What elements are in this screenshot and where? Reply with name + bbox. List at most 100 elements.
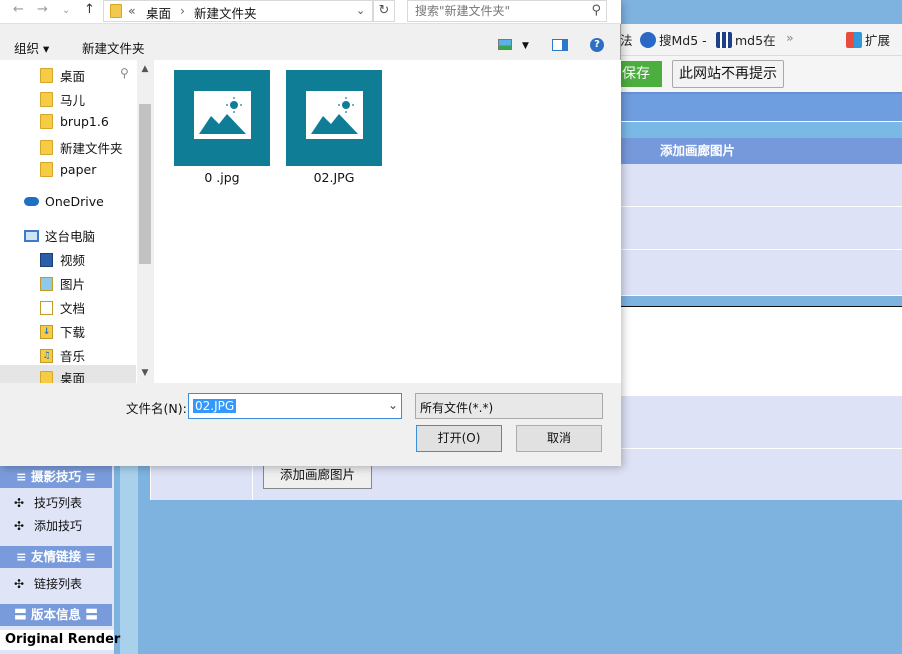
filename-label: 文件名(N):	[126, 401, 187, 416]
chevron-down-icon[interactable]: ⌄	[356, 4, 365, 17]
scroll-up-icon[interactable]: ▲	[137, 64, 153, 74]
cloud-icon	[24, 197, 39, 206]
section-header: 添加画廊图片	[620, 138, 902, 164]
file-open-dialog: ← → ⌄ ↑ « 桌面 › 新建文件夹 ⌄ ↻ ⚲ 组织 ▾ 新建文件夹 ▼ …	[0, 0, 621, 466]
nav-item-brup[interactable]: brup1.6	[40, 114, 109, 129]
up-icon[interactable]: ↑	[84, 2, 95, 17]
bullet-icon: ✣	[14, 577, 25, 591]
table-row	[620, 250, 902, 296]
nav-item-onedrive[interactable]: OneDrive	[24, 194, 104, 209]
nav-item-downloads[interactable]: ↓ 下载	[40, 322, 85, 341]
command-bar: 组织 ▾ 新建文件夹 ▼ ?	[0, 30, 621, 60]
video-icon	[40, 252, 53, 267]
extensions-button[interactable]: 扩展	[846, 30, 890, 49]
bullet-icon: ✣	[14, 519, 25, 533]
documents-icon	[40, 300, 53, 315]
scroll-thumb[interactable]	[139, 104, 151, 264]
breadcrumb-separator-icon: ›	[180, 3, 185, 18]
filename-input[interactable]: 02.JPG ⌄	[188, 393, 402, 419]
nav-item-new-folder[interactable]: 新建文件夹	[40, 138, 123, 157]
scroll-down-icon[interactable]: ▼	[137, 368, 153, 378]
sidebar-group-version[interactable]: 〓 版本信息 〓	[0, 604, 112, 626]
preview-pane-icon[interactable]	[552, 39, 568, 51]
save-button[interactable]: 保存	[620, 61, 662, 87]
dialog-footer: 文件名(N): 02.JPG ⌄ 所有文件(*.*) ⌄ 打开(O) 取消	[0, 383, 621, 466]
nav-item-videos[interactable]: 视频	[40, 250, 85, 269]
cancel-button[interactable]: 取消	[516, 425, 602, 452]
sidebar-group-links[interactable]: ≡ 友情链接 ≡	[0, 546, 112, 568]
bookmark-md5-search[interactable]: 搜Md5 -	[640, 30, 707, 49]
content-row	[620, 122, 902, 138]
view-dropdown-icon[interactable]: ▼	[522, 41, 529, 51]
address-bar[interactable]: « 桌面 › 新建文件夹 ⌄	[103, 0, 373, 22]
sidebar-group-tips[interactable]: ≡ 摄影技巧 ≡	[0, 466, 112, 488]
music-icon: ♫	[40, 348, 53, 363]
chevron-down-icon[interactable]: ⌄	[420, 398, 598, 412]
bookmarks-overflow-chevron[interactable]: »	[786, 30, 794, 45]
nav-item-desktop[interactable]: 桌面	[40, 66, 85, 85]
nav-item-music[interactable]: ♫ 音乐	[40, 346, 85, 365]
content-panel	[620, 306, 902, 396]
folder-icon	[40, 140, 53, 155]
filename-value[interactable]: 02.JPG	[193, 399, 237, 413]
image-file-icon	[174, 70, 270, 166]
extensions-icon	[846, 31, 862, 48]
recent-dropdown-icon[interactable]: ⌄	[62, 5, 70, 16]
image-file-icon	[286, 70, 382, 166]
content-row	[620, 94, 902, 122]
folder-icon	[40, 162, 53, 177]
breadcrumb-folder[interactable]: 新建文件夹	[194, 3, 257, 22]
folder-icon	[40, 68, 53, 83]
grid-icon	[716, 31, 732, 48]
file-item[interactable]: 0 .jpg	[174, 70, 270, 185]
new-folder-button[interactable]: 新建文件夹	[82, 38, 145, 57]
bookmark-1[interactable]: 法	[620, 30, 633, 49]
bullet-icon: ✣	[14, 496, 25, 510]
file-item[interactable]: 02.JPG	[286, 70, 382, 185]
version-label: Original Render	[0, 630, 120, 650]
forward-icon[interactable]: →	[37, 2, 48, 17]
folder-icon	[40, 92, 53, 107]
sidebar-item-links-list[interactable]: ✣ 链接列表	[14, 575, 82, 592]
frame-scrollbar[interactable]	[120, 466, 138, 654]
download-icon: ↓	[40, 324, 53, 339]
search-icon: ⚲	[591, 3, 601, 18]
navigation-pane: 桌面 ⚲ 马儿 brup1.6 新建文件夹 paper OneDrive 这台电…	[0, 60, 153, 383]
breadcrumb-desktop[interactable]: 桌面	[146, 3, 171, 22]
navigation-bar: ← → ⌄ ↑ « 桌面 › 新建文件夹 ⌄ ↻ ⚲	[0, 0, 621, 24]
organize-button[interactable]: 组织 ▾	[14, 38, 49, 57]
pictures-icon	[40, 276, 53, 291]
nav-item-this-pc[interactable]: 这台电脑	[24, 226, 95, 245]
nav-item-horse[interactable]: 马儿	[40, 90, 85, 109]
bookmark-md5[interactable]: md5在	[716, 30, 776, 49]
nav-scrollbar[interactable]: ▲ ▼	[137, 60, 153, 383]
folder-icon	[110, 4, 122, 18]
refresh-icon[interactable]: ↻	[373, 0, 395, 22]
file-list: 0 .jpg 02.JPG	[154, 60, 621, 383]
sidebar-item-add-tip[interactable]: ✣ 添加技巧	[14, 517, 82, 534]
chevron-down-icon[interactable]: ⌄	[388, 398, 398, 412]
nav-item-documents[interactable]: 文档	[40, 298, 85, 317]
computer-icon	[24, 229, 39, 242]
browser-bookmark-bar: 法 搜Md5 - md5在 » 扩展	[620, 24, 902, 56]
open-button[interactable]: 打开(O)	[416, 425, 502, 452]
back-icon[interactable]: ←	[13, 2, 24, 17]
folder-icon	[40, 114, 53, 129]
help-icon[interactable]: ?	[590, 38, 604, 52]
table-row	[620, 207, 902, 250]
file-name: 0 .jpg	[204, 170, 240, 185]
pin-icon[interactable]: ⚲	[120, 66, 129, 80]
file-name: 02.JPG	[313, 170, 355, 185]
admin-sidebar: ≡ 摄影技巧 ≡ ✣ 技巧列表 ✣ 添加技巧 ≡ 友情链接 ≡ ✣ 链接列表 〓 版本…	[0, 466, 114, 654]
view-icon[interactable]	[498, 39, 512, 50]
search-box[interactable]: ⚲	[407, 0, 607, 22]
nav-item-paper[interactable]: paper	[40, 162, 96, 177]
filetype-select[interactable]: 所有文件(*.*) ⌄	[415, 393, 603, 419]
never-show-button[interactable]: 此网站不再提示	[672, 60, 784, 88]
nav-item-pictures[interactable]: 图片	[40, 274, 85, 293]
sidebar-item-tips-list[interactable]: ✣ 技巧列表	[14, 494, 82, 511]
search-input[interactable]	[408, 1, 578, 21]
table-row	[620, 164, 902, 207]
sogou-icon	[640, 31, 656, 48]
overflow-chevron[interactable]: «	[128, 3, 136, 18]
